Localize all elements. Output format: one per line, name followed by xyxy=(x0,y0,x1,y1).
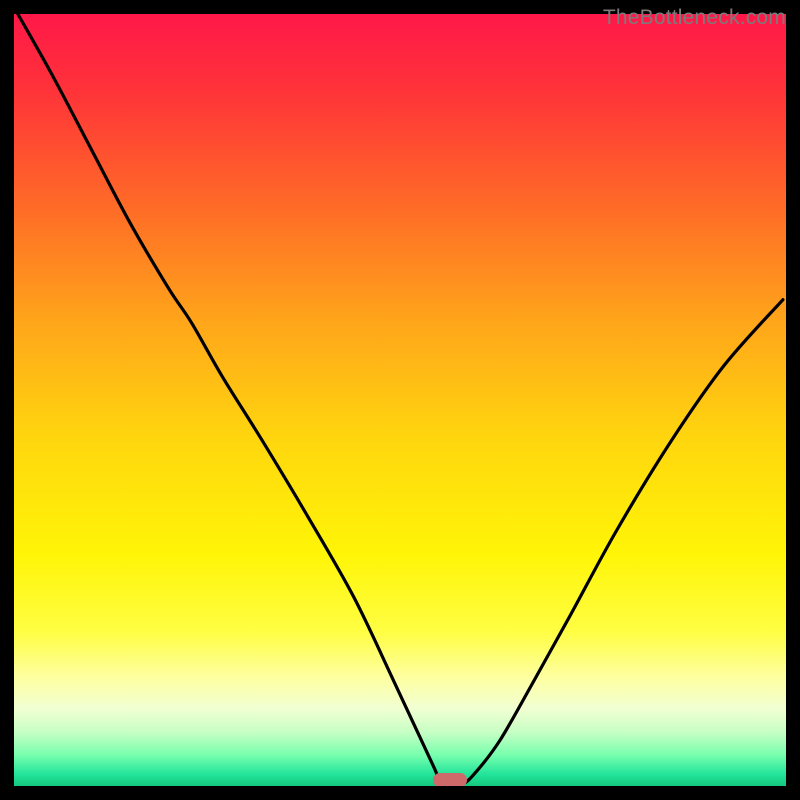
background-gradient xyxy=(14,14,786,786)
plot-area xyxy=(14,14,786,786)
chart-frame: TheBottleneck.com xyxy=(0,0,800,800)
